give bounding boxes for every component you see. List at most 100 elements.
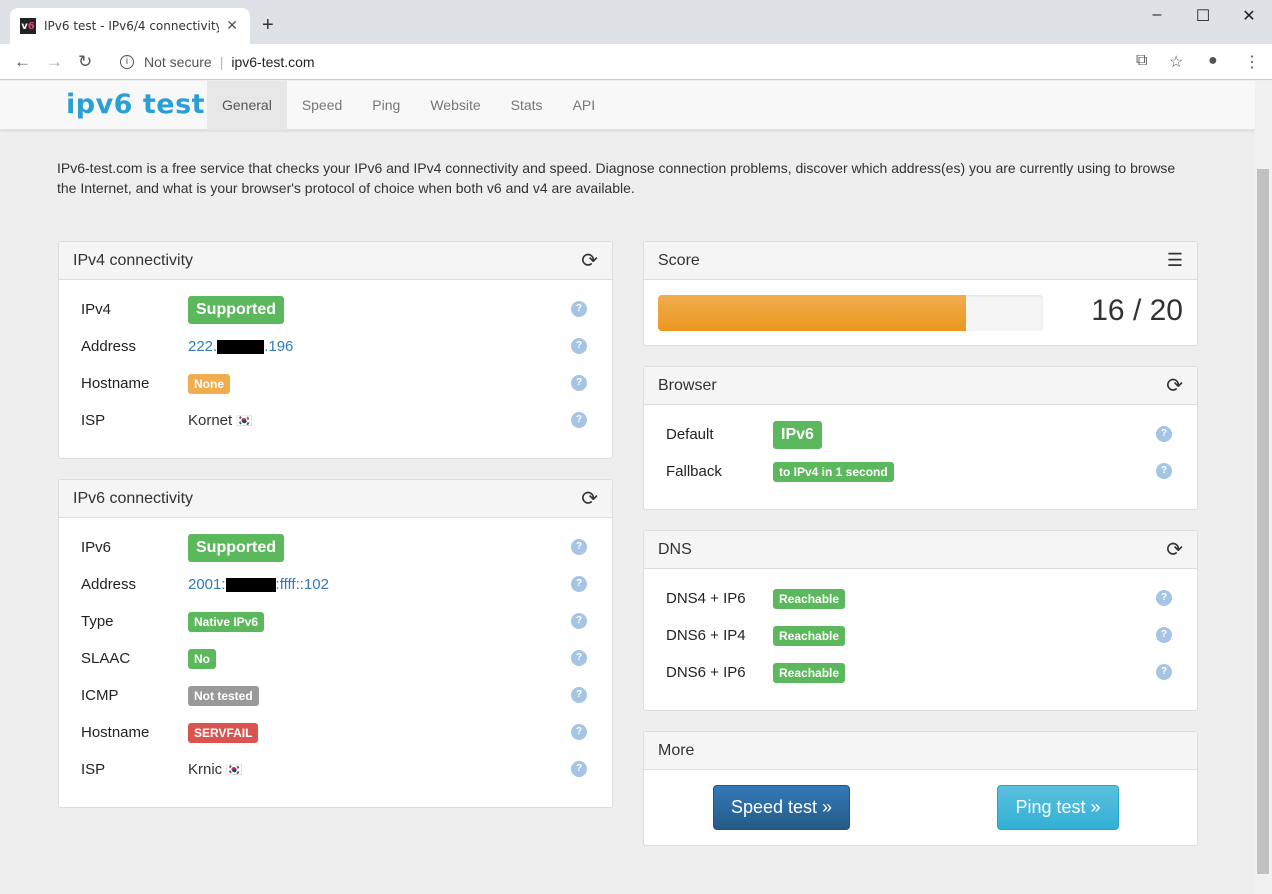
ipv6-panel: IPv6 connectivity ⟳ IPv6 Supported ? Add… [58,479,613,808]
nav-api[interactable]: API [558,81,611,130]
ipv6-row-icmp: ICMP Not tested ? [81,677,590,714]
site-favicon-icon: v6 [20,18,36,34]
maximize-icon[interactable]: ☐ [1180,6,1226,26]
status-badge: Not tested [188,685,259,706]
panel-title: DNS [658,540,692,558]
isp-name: Kornet [188,412,233,429]
site-navbar: ipv6 test General Speed Ping Website Sta… [0,81,1255,130]
window-close-icon[interactable]: ✕ [1226,6,1272,26]
tab-close-icon[interactable]: ✕ [226,17,238,34]
refresh-icon[interactable]: ⟳ [581,248,598,273]
korea-flag-icon: 🇰🇷 [236,412,253,428]
menu-kebab-icon[interactable]: ⋮ [1244,52,1260,72]
help-icon[interactable]: ? [571,375,587,391]
ipv4-panel: IPv4 connectivity ⟳ IPv4 Supported ? Add… [58,241,613,459]
refresh-icon[interactable]: ⟳ [581,486,598,511]
row-key: IPv6 [81,539,112,556]
help-icon[interactable]: ? [1156,664,1172,680]
browser-tab[interactable]: v6 IPv6 test - IPv6/4 connectivity and s… [10,8,250,44]
forward-icon[interactable]: → [46,52,63,72]
scrollbar-thumb[interactable] [1257,169,1269,874]
dns-row: DNS6 + IP4 Reachable ? [666,617,1175,654]
help-icon[interactable]: ? [571,539,587,555]
status-badge: Reachable [773,625,846,646]
omnibox[interactable]: i Not secure | ipv6-test.com [110,48,1160,76]
help-icon[interactable]: ? [571,338,587,354]
url-text[interactable]: ipv6-test.com [231,54,314,70]
status-badge: to IPv4 in 1 second [773,461,894,482]
help-icon[interactable]: ? [1156,590,1172,606]
info-icon[interactable]: i [120,55,134,69]
ping-test-button[interactable]: Ping test » [997,785,1119,830]
ipv6-address[interactable]: 2001::ffff::102 [188,576,329,593]
help-icon[interactable]: ? [1156,463,1172,479]
row-key: Default [666,426,714,443]
row-key: IPv4 [81,301,112,318]
isp-name: Krnic [188,761,223,778]
security-status: Not secure [144,54,212,70]
dns-row: DNS6 + IP6 Reachable ? [666,654,1175,691]
score-progress-fill [658,295,966,331]
tab-title: IPv6 test - IPv6/4 connectivity and spee… [44,19,219,33]
refresh-icon[interactable]: ⟳ [1166,537,1183,562]
nav-ping[interactable]: Ping [357,81,415,130]
panel-title: IPv4 connectivity [73,251,194,269]
logo-part-ipv: ipv6 [66,89,133,120]
score-value: 16 / 20 [1091,294,1183,327]
page-scrollbar[interactable] [1255,81,1272,894]
nav-stats[interactable]: Stats [496,81,558,130]
help-icon[interactable]: ? [571,724,587,740]
help-icon[interactable]: ? [571,650,587,666]
new-tab-icon[interactable]: + [262,14,274,37]
nav-website[interactable]: Website [415,81,495,130]
list-icon[interactable]: ☰ [1167,250,1183,271]
row-key: Address [81,576,137,593]
row-key: Address [81,338,137,355]
omnibox-divider: | [219,54,224,70]
minimize-icon[interactable]: – [1134,6,1180,24]
help-icon[interactable]: ? [571,301,587,317]
more-panel: More Speed test » Ping test » [643,731,1198,846]
panel-title: Score [658,251,700,269]
help-icon[interactable]: ? [1156,426,1172,442]
help-icon[interactable]: ? [571,613,587,629]
site-logo[interactable]: ipv6 test [66,89,205,120]
help-icon[interactable]: ? [571,761,587,777]
ipv6-row-address: Address 2001::ffff::102 ? [81,566,590,603]
score-panel: Score ☰ 16 / 20 [643,241,1198,346]
address-bar: ← → ↻ i Not secure | ipv6-test.com ⧉ ☆ ●… [0,44,1272,80]
help-icon[interactable]: ? [1156,627,1172,643]
row-key: ICMP [81,687,119,704]
help-icon[interactable]: ? [571,576,587,592]
browser-row-fallback: Fallback to IPv4 in 1 second ? [666,453,1175,490]
status-badge: SERVFAIL [188,722,259,743]
dns-row: DNS4 + IP6 Reachable ? [666,580,1175,617]
nav-general[interactable]: General [207,81,287,130]
speed-test-button[interactable]: Speed test » [713,785,850,830]
row-key: Hostname [81,375,150,392]
help-icon[interactable]: ? [571,687,587,703]
refresh-icon[interactable]: ⟳ [1166,373,1183,398]
profile-icon[interactable]: ● [1208,52,1218,70]
translate-icon[interactable]: ⧉ [1136,52,1147,70]
bookmark-star-icon[interactable]: ☆ [1169,52,1183,72]
help-icon[interactable]: ? [571,412,587,428]
back-icon[interactable]: ← [14,52,31,72]
ipv4-row-support: IPv4 Supported ? [81,291,590,328]
status-badge: IPv6 [773,420,822,449]
ipv4-address[interactable]: 222. .196 [188,338,293,355]
panel-title: More [658,741,695,759]
reload-icon[interactable]: ↻ [78,52,92,72]
nav-speed[interactable]: Speed [287,81,357,130]
ipv4-row-address: Address 222. .196 ? [81,328,590,365]
score-progress-bar [658,295,1043,331]
ipv6-row-hostname: Hostname SERVFAIL ? [81,714,590,751]
row-key: ISP [81,412,106,429]
ipv4-row-isp: ISP Kornet 🇰🇷 ? [81,402,590,439]
status-badge: Reachable [773,662,846,683]
ipv6-row-type: Type Native IPv6 ? [81,603,590,640]
browser-titlebar: v6 IPv6 test - IPv6/4 connectivity and s… [0,0,1272,44]
row-key: Fallback [666,463,722,480]
status-badge: Native IPv6 [188,611,265,632]
row-key: DNS4 + IP6 [666,590,746,607]
